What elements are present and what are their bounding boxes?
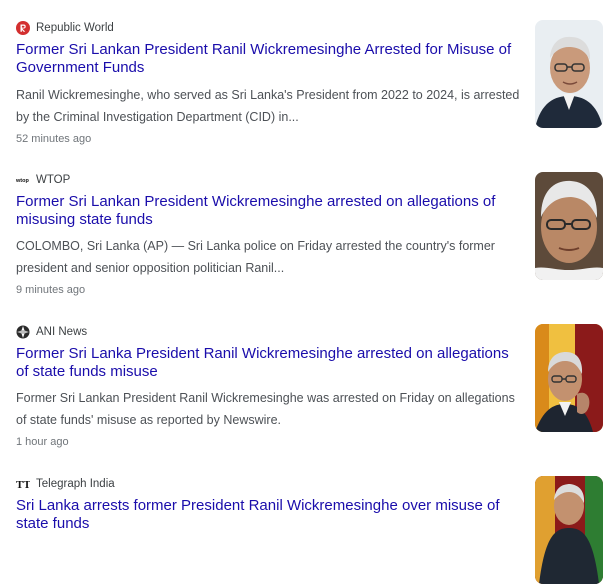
article-headline-link[interactable]: Sri Lanka arrests former President Ranil… — [16, 497, 521, 533]
news-article[interactable]: wtop WTOP Former Sri Lankan President Wi… — [16, 172, 606, 296]
article-source[interactable]: TT Telegraph India — [16, 476, 115, 492]
article-headline-link[interactable]: Former Sri Lankan President Wickremesing… — [16, 193, 521, 229]
news-article[interactable]: ANI News Former Sri Lanka President Rani… — [16, 324, 606, 448]
article-source[interactable]: wtop WTOP — [16, 172, 70, 188]
source-name: Republic World — [36, 22, 114, 34]
source-name: WTOP — [36, 174, 71, 186]
ani-news-logo-icon — [16, 325, 30, 339]
article-thumbnail[interactable] — [535, 476, 603, 584]
article-source[interactable]: Republic World — [16, 20, 114, 36]
telegraph-india-logo-icon: TT — [16, 477, 30, 491]
republic-world-logo-icon — [16, 21, 30, 35]
article-thumbnail[interactable] — [535, 324, 603, 432]
article-source[interactable]: ANI News — [16, 324, 87, 340]
article-snippet: COLOMBO, Sri Lanka (AP) — Sri Lanka poli… — [16, 239, 495, 275]
article-snippet: Former Sri Lankan President Ranil Wickre… — [16, 391, 515, 427]
article-headline-link[interactable]: Former Sri Lankan President Ranil Wickre… — [16, 41, 521, 77]
news-article[interactable]: TT Telegraph India Sri Lanka arrests for… — [16, 476, 606, 588]
news-article[interactable]: Republic World Former Sri Lankan Preside… — [16, 20, 606, 145]
wtop-logo-icon: wtop — [16, 173, 30, 187]
article-timestamp: 1 hour ago — [16, 436, 69, 448]
svg-text:TT: TT — [16, 479, 30, 491]
source-name: ANI News — [36, 326, 88, 338]
article-timestamp: 52 minutes ago — [16, 133, 92, 145]
source-name: Telegraph India — [36, 478, 115, 490]
article-headline-link[interactable]: Former Sri Lanka President Ranil Wickrem… — [16, 345, 521, 381]
svg-text:wtop: wtop — [16, 178, 29, 184]
article-timestamp: 9 minutes ago — [16, 284, 86, 296]
article-snippet: Ranil Wickremesinghe, who served as Sri … — [16, 88, 520, 124]
article-thumbnail[interactable] — [535, 20, 603, 128]
article-thumbnail[interactable] — [535, 172, 603, 280]
